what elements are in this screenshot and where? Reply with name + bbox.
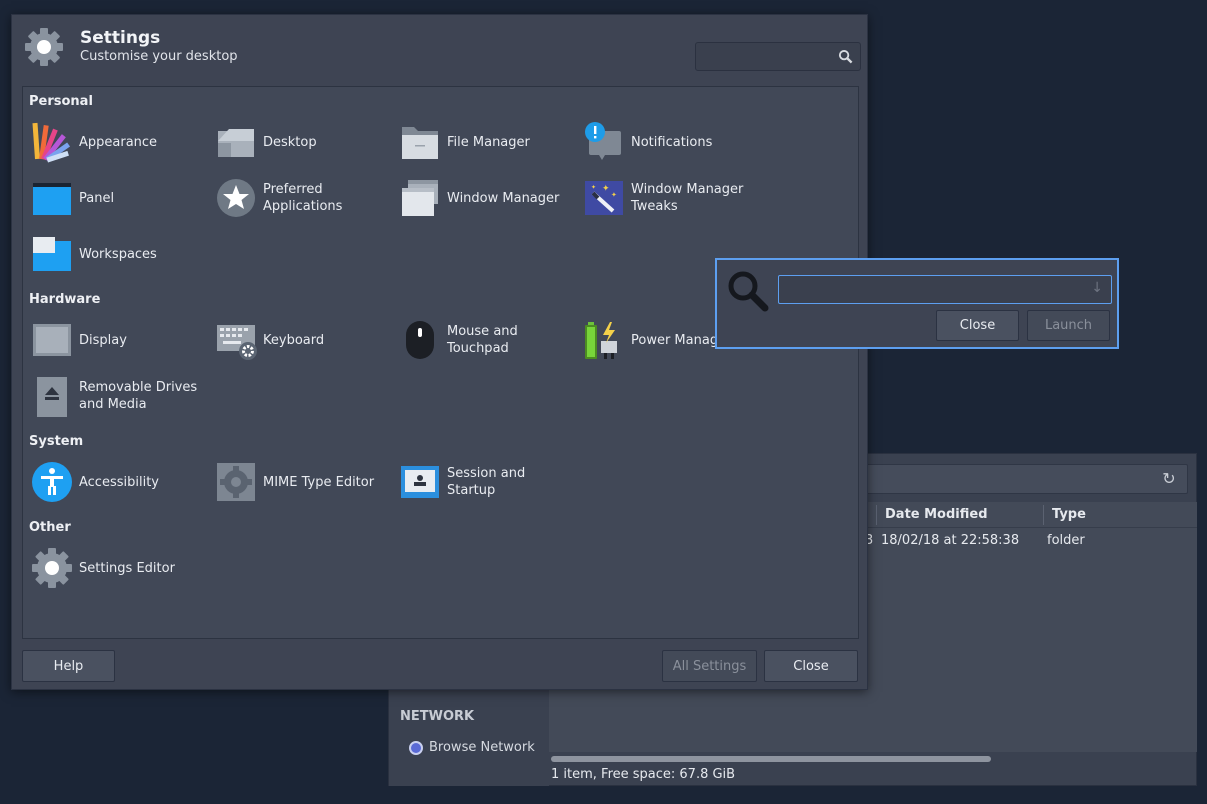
item-label: Keyboard: [263, 332, 325, 348]
item-settings-editor[interactable]: Settings Editor: [31, 546, 215, 590]
item-file-manager[interactable]: File Manager: [399, 120, 583, 164]
sidebar-item-label: Browse Network: [429, 740, 535, 755]
close-button[interactable]: Close: [936, 310, 1019, 341]
window-subtitle: Customise your desktop: [80, 49, 238, 64]
gear-icon: [25, 28, 63, 66]
keyboard-icon: [217, 325, 257, 360]
item-label: Window Manager Tweaks: [631, 182, 744, 214]
gear-icon: [32, 548, 72, 588]
column-separator: [876, 505, 877, 525]
item-label: Display: [79, 332, 127, 348]
settings-window: Settings Customise your desktop Personal…: [11, 14, 868, 690]
item-mouse-touchpad[interactable]: Mouse and Touchpad: [399, 318, 583, 362]
search-icon: [838, 49, 853, 64]
item-label: Panel: [79, 190, 115, 206]
column-type[interactable]: Type: [1052, 507, 1086, 522]
item-desktop[interactable]: Desktop: [215, 120, 399, 164]
type-cell: folder: [1047, 533, 1085, 548]
column-separator: [1043, 505, 1044, 525]
mouse-icon: [406, 321, 434, 359]
session-icon: [401, 466, 439, 498]
item-keyboard[interactable]: Keyboard: [215, 318, 399, 362]
notification-icon: [585, 122, 621, 160]
category-personal: Personal: [29, 94, 93, 109]
display-icon: [33, 324, 71, 356]
category-hardware: Hardware: [29, 292, 101, 307]
item-label: Mouse and Touchpad: [447, 324, 518, 356]
item-appearance[interactable]: Appearance: [31, 120, 215, 164]
date-modified-cell: 18/02/18 at 22:58:38: [881, 533, 1020, 548]
item-label: Settings Editor: [79, 560, 175, 576]
help-button[interactable]: Help: [22, 650, 115, 682]
category-other: Other: [29, 520, 71, 535]
item-session-startup[interactable]: Session and Startup: [399, 460, 583, 504]
status-bar: 1 item, Free space: 67.8 GiB: [551, 767, 736, 782]
item-label: Desktop: [263, 134, 317, 150]
item-label: File Manager: [447, 134, 530, 150]
item-label: Accessibility: [79, 474, 159, 490]
history-dropdown-icon[interactable]: ↓: [1091, 280, 1103, 296]
item-label: Removable Drives and Media: [79, 380, 198, 412]
appearance-icon: [32, 122, 71, 163]
item-accessibility[interactable]: Accessibility: [31, 460, 215, 504]
item-preferred-applications[interactable]: Preferred Applications: [215, 176, 399, 220]
magic-wand-icon: ✦ ✦ ✦: [585, 181, 623, 215]
item-mime-type-editor[interactable]: MIME Type Editor: [215, 460, 399, 504]
battery-plug-icon: [585, 322, 617, 359]
item-label: MIME Type Editor: [263, 474, 375, 490]
workspaces-icon: [33, 237, 71, 271]
item-label: Session and Startup: [447, 466, 526, 498]
globe-icon: [409, 740, 423, 755]
horizontal-scrollbar[interactable]: [551, 756, 991, 762]
item-notifications[interactable]: Notifications: [583, 120, 767, 164]
item-label: Appearance: [79, 134, 158, 150]
close-button[interactable]: Close: [764, 650, 858, 682]
run-dialog: ↓ Close Launch: [715, 258, 1119, 349]
svg-text:✦: ✦: [602, 184, 610, 194]
item-window-manager-tweaks[interactable]: ✦ ✦ ✦ Window Manager Tweaks: [583, 176, 767, 220]
search-icon: [728, 271, 769, 312]
item-label: Workspaces: [79, 246, 157, 262]
category-system: System: [29, 434, 84, 449]
window-title: Settings: [80, 28, 161, 48]
sidebar-item-browse-network[interactable]: Browse Network: [409, 740, 535, 755]
item-label: Power Manag: [631, 332, 719, 348]
window-manager-icon: [402, 180, 438, 216]
command-input[interactable]: ↓: [778, 275, 1112, 304]
all-settings-button[interactable]: All Settings: [662, 650, 757, 682]
search-input[interactable]: [695, 42, 861, 71]
settings-header: Settings Customise your desktop: [12, 15, 867, 77]
svg-text:✦: ✦: [611, 191, 617, 199]
file-manager-sidebar: NETWORK Browse Network: [389, 686, 549, 786]
launch-button[interactable]: Launch: [1027, 310, 1110, 341]
star-icon: [217, 179, 255, 217]
settings-panel: Personal Appearance Desktop File Manager…: [22, 86, 859, 639]
desktop-icon: [218, 129, 254, 157]
folder-icon: [402, 127, 438, 159]
item-removable-drives[interactable]: Removable Drives and Media: [31, 374, 215, 418]
panel-icon: [33, 183, 71, 215]
gear-icon: [217, 463, 255, 501]
item-workspaces[interactable]: Workspaces: [31, 232, 215, 276]
item-label: Preferred Applications: [263, 182, 343, 214]
item-label: Window Manager: [447, 190, 560, 206]
column-date-modified[interactable]: Date Modified: [885, 507, 988, 522]
accessibility-icon: [32, 462, 72, 502]
item-window-manager[interactable]: Window Manager: [399, 176, 583, 220]
item-label: Notifications: [631, 134, 713, 150]
item-display[interactable]: Display: [31, 318, 215, 362]
location-bar[interactable]: ↻: [863, 464, 1188, 494]
svg-text:✦: ✦: [591, 184, 596, 191]
item-panel[interactable]: Panel: [31, 176, 215, 220]
eject-drive-icon: [37, 377, 67, 417]
sidebar-heading-network: NETWORK: [400, 709, 475, 724]
refresh-icon[interactable]: ↻: [1159, 469, 1179, 489]
